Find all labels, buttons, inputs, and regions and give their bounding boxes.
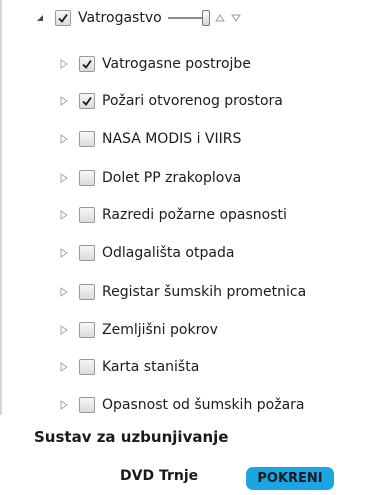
tree-item-label: Razredi požarne opasnosti xyxy=(102,207,287,223)
checkbox-opasnost-od-sumskih-pozara[interactable] xyxy=(79,397,95,413)
arrow-down-icon[interactable] xyxy=(230,12,242,24)
tree-item-label: Odlagališta otpada xyxy=(102,245,235,261)
checkbox-karta-stanista[interactable] xyxy=(79,359,95,375)
checkbox-zemljisni-pokrov[interactable] xyxy=(79,322,95,338)
checkbox-odlagalista-otpada[interactable] xyxy=(79,245,95,261)
tree-item-label: Registar šumskih prometnica xyxy=(102,284,307,300)
expand-triangle-icon[interactable] xyxy=(58,172,70,184)
expand-triangle-icon[interactable] xyxy=(58,361,70,373)
station-name: DVD Trnje xyxy=(120,468,199,484)
tree-item-label: Dolet PP zrakoplova xyxy=(102,170,242,186)
slider-track xyxy=(167,17,202,19)
checkbox-razredi-pozarne-opasnosti[interactable] xyxy=(79,207,95,223)
expand-triangle-icon[interactable] xyxy=(58,209,70,221)
checkbox-vatrogasne-postrojbe[interactable] xyxy=(79,56,95,72)
expand-triangle-icon[interactable] xyxy=(58,95,70,107)
tree-item-opasnost-od-sumskih-pozara[interactable]: Opasnost od šumskih požara xyxy=(58,393,305,417)
expand-triangle-icon[interactable] xyxy=(58,399,70,411)
tree-left-border xyxy=(0,0,2,415)
checkbox-dolet-pp-zrakoplova[interactable] xyxy=(79,170,95,186)
collapse-triangle-icon[interactable] xyxy=(34,12,46,24)
start-alert-button[interactable]: POKRENI xyxy=(246,467,334,490)
tree-item-razredi-pozarne-opasnosti[interactable]: Razredi požarne opasnosti xyxy=(58,203,287,227)
tree-item-label: Karta staništa xyxy=(102,359,200,375)
expand-triangle-icon[interactable] xyxy=(58,58,70,70)
tree-item-registar-sumskih-prometnica[interactable]: Registar šumskih prometnica xyxy=(58,280,306,304)
checkbox-registar-sumskih-prometnica[interactable] xyxy=(79,284,95,300)
tree-item-zemljisni-pokrov[interactable]: Zemljišni pokrov xyxy=(58,318,218,342)
tree-item-dolet-pp-zrakoplova[interactable]: Dolet PP zrakoplova xyxy=(58,166,241,190)
tree-item-vatrogasne-postrojbe[interactable]: Vatrogasne postrojbe xyxy=(58,52,251,76)
tree-item-vatrogastvo[interactable]: Vatrogastvo xyxy=(34,6,242,30)
tree-item-label: Vatrogastvo xyxy=(78,10,162,26)
alert-system-title: Sustav za uzbunjivanje xyxy=(34,428,229,446)
expand-triangle-icon[interactable] xyxy=(58,133,70,145)
expand-triangle-icon[interactable] xyxy=(58,286,70,298)
tree-item-label: Vatrogasne postrojbe xyxy=(102,56,251,72)
arrow-up-icon[interactable] xyxy=(214,12,226,24)
tree-item-odlagalista-otpada[interactable]: Odlagališta otpada xyxy=(58,241,234,265)
tree-item-nasa-modis-viirs[interactable]: NASA MODIS i VIIRS xyxy=(58,127,241,151)
expand-triangle-icon[interactable] xyxy=(58,324,70,336)
opacity-slider[interactable] xyxy=(167,6,210,30)
expand-triangle-icon[interactable] xyxy=(58,247,70,259)
tree-item-karta-stanista[interactable]: Karta staništa xyxy=(58,355,199,379)
checkbox-nasa-modis-viirs[interactable] xyxy=(79,131,95,147)
tree-item-label: Požari otvorenog prostora xyxy=(102,93,283,109)
checkbox-vatrogastvo[interactable] xyxy=(55,10,71,26)
slider-thumb[interactable] xyxy=(201,10,210,26)
checkbox-pozari-otvorenog-prostora[interactable] xyxy=(79,93,95,109)
tree-item-label: NASA MODIS i VIIRS xyxy=(102,131,242,147)
tree-item-pozari-otvorenog-prostora[interactable]: Požari otvorenog prostora xyxy=(58,89,283,113)
tree-item-label: Zemljišni pokrov xyxy=(102,322,218,338)
tree-item-label: Opasnost od šumskih požara xyxy=(102,397,305,413)
